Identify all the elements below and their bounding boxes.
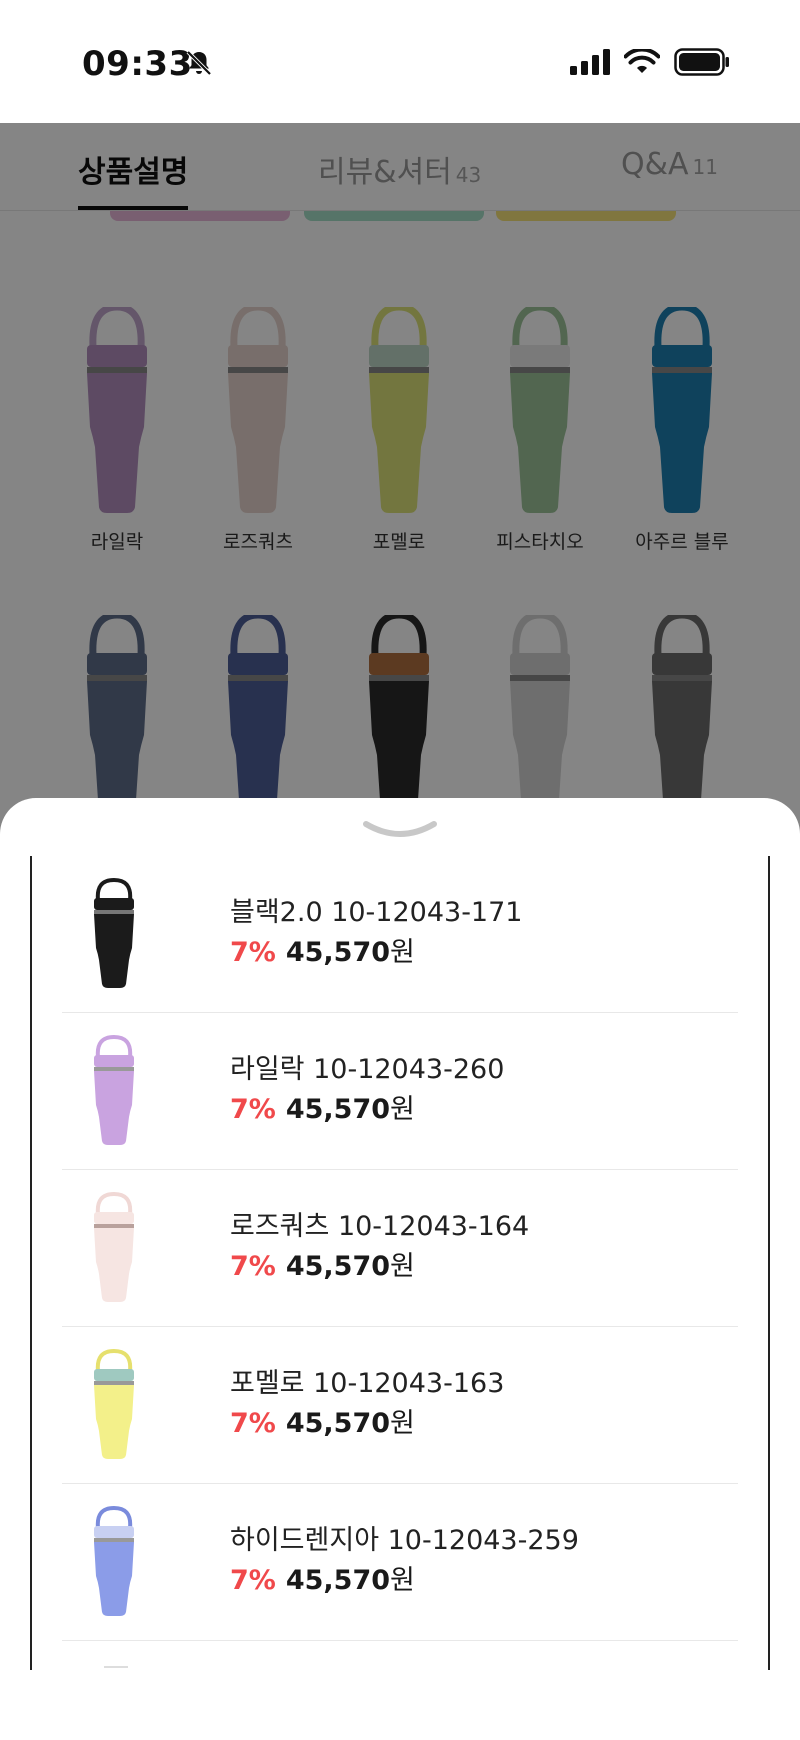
chevron-down-icon[interactable] [362,818,438,842]
currency-unit: 원 [390,937,415,968]
option-item[interactable]: 포멜로 10-12043-163 7% 45,570원 [62,1327,738,1484]
price-value: 45,570 [285,937,391,968]
bell-slash-icon [186,50,212,76]
option-price-line: 7% 45,570원 [230,1087,415,1126]
option-price-line: 7% 45,570원 [230,930,415,969]
price-value: 45,570 [285,1094,391,1125]
battery-icon [674,48,729,76]
option-name: 라일락 10-12043-260 [230,1054,505,1085]
option-price-line: 7% 45,570원 [230,1244,415,1283]
status-time: 09:33 [82,44,193,84]
option-name: 블랙2.0 10-12043-171 [230,897,523,928]
discount-rate: 7% [230,1565,276,1596]
discount-rate: 7% [230,1094,276,1125]
option-list[interactable]: 블랙2.0 10-12043-171 7% 45,570원 라일락 10-1204… [30,856,770,1670]
currency-unit: 원 [390,1094,415,1125]
status-bar: 09:33 [0,0,800,123]
option-item[interactable]: 블랙2.0 10-12043-171 7% 45,570원 [62,856,738,1013]
discount-rate: 7% [230,937,276,968]
tumbler-thumbnail [94,1349,134,1459]
tumbler-thumbnail [94,878,134,988]
option-item[interactable]: 라일락 10-12043-260 7% 45,570원 [62,1013,738,1170]
currency-unit: 원 [390,1565,415,1596]
option-name: 하이드렌지아 10-12043-259 [230,1525,579,1556]
option-price-line: 7% 45,570원 [230,1401,415,1440]
tumbler-thumbnail [94,1192,134,1302]
option-item[interactable]: 로즈쿼츠 10-12043-164 7% 45,570원 [62,1170,738,1327]
wifi-icon [624,49,660,73]
currency-unit: 원 [390,1408,415,1439]
option-price-line: 7% 45,570원 [230,1558,415,1597]
tumbler-thumbnail [94,1035,134,1145]
option-name: 로즈쿼츠 10-12043-164 [230,1211,530,1242]
price-value: 45,570 [285,1565,391,1596]
currency-unit: 원 [390,1251,415,1282]
option-name: 포멜로 10-12043-163 [230,1368,505,1399]
option-bottom-sheet: 블랙2.0 10-12043-171 7% 45,570원 라일락 10-1204… [0,798,800,1740]
tumbler-thumbnail [94,1506,134,1616]
discount-rate: 7% [230,1251,276,1282]
price-value: 45,570 [285,1251,391,1282]
option-item[interactable]: 하이드렌지아 10-12043-259 7% 45,570원 [62,1484,738,1641]
signal-icon [570,49,610,75]
next-item-peek [104,1666,128,1668]
price-value: 45,570 [285,1408,391,1439]
discount-rate: 7% [230,1408,276,1439]
